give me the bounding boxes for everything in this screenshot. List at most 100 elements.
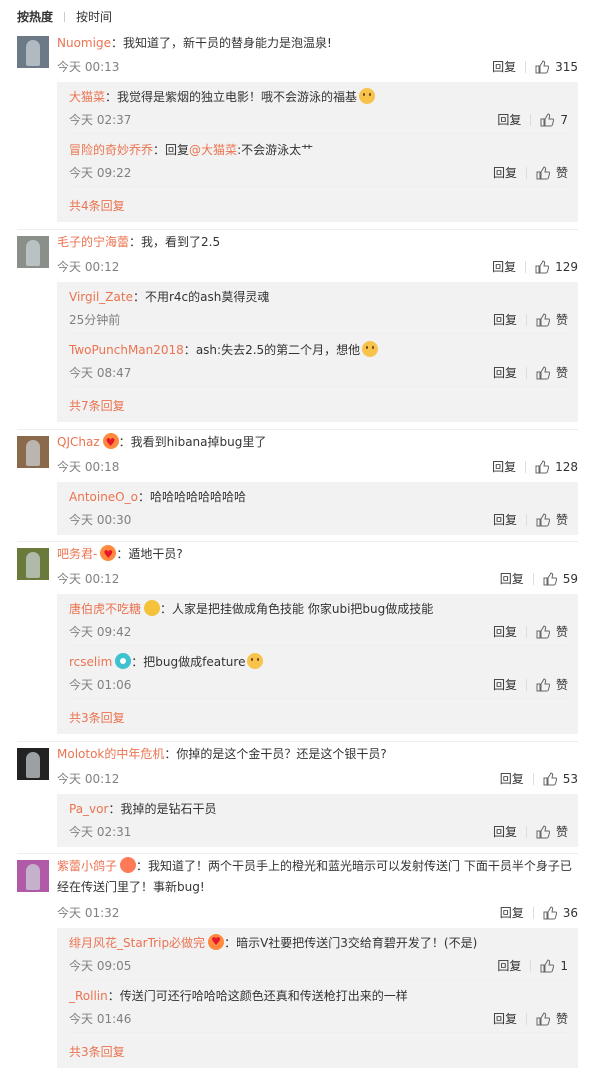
thumb-up-icon [535, 259, 550, 273]
comment-username[interactable]: 紫蕾小鸽子 [57, 859, 117, 873]
reply-button[interactable]: 回复 [492, 58, 516, 75]
reply-time: 今天 09:42 [69, 625, 132, 639]
reply-button[interactable]: 回复 [493, 164, 517, 181]
like-button[interactable]: 1 [540, 959, 568, 973]
member-badge-icon [115, 653, 132, 669]
like-button[interactable]: 315 [535, 60, 578, 74]
reply-button[interactable]: 回复 [497, 957, 521, 974]
reply-time: 今天 09:05 [69, 959, 132, 973]
reply-button[interactable]: 回复 [500, 770, 524, 787]
reply-text: rcselim ：把bug做成feature [69, 653, 568, 671]
avatar[interactable] [17, 548, 49, 580]
reply-text: _Rollin：传送门可还行哈哈哈这颜色还真和传送枪打出来的一样 [69, 989, 408, 1003]
reply-button[interactable]: 回复 [497, 111, 521, 128]
divider [17, 429, 578, 430]
reply-text: Virgil_Zate：不用r4c的ash莫得灵魂 [69, 290, 270, 304]
reply-username[interactable]: Virgil_Zate [69, 290, 133, 304]
reply-button[interactable]: 回复 [492, 458, 516, 475]
reply-button[interactable]: 回复 [500, 570, 524, 587]
reply-text: 绯月风花_StarTrip必做完：暗示V社要把传送门3交给育碧开发了！(不是) [69, 933, 568, 952]
reply-username[interactable]: 绯月风花_StarTrip必做完 [69, 936, 205, 950]
like-count: 129 [555, 259, 578, 274]
like-button[interactable]: 53 [543, 772, 578, 786]
like-button[interactable]: 赞 [536, 311, 568, 328]
thumb-up-icon [536, 824, 550, 838]
comment-time: 今天 00:13 [57, 60, 120, 74]
thumb-up-icon [543, 771, 557, 785]
reply-button[interactable]: 回复 [493, 311, 517, 328]
reply-username[interactable]: rcselim [69, 655, 112, 669]
reply-text: TwoPunchMan2018：ash:失去2.5的第二个月，想他 [69, 341, 568, 359]
like-button[interactable]: 赞 [536, 1010, 568, 1027]
like-button[interactable]: 赞 [536, 164, 568, 181]
avatar[interactable] [17, 36, 49, 68]
reply-time: 今天 01:46 [69, 1012, 132, 1026]
comment-username[interactable]: 吧务君- [57, 547, 97, 561]
reply-username[interactable]: 冒险的奇妙乔乔 [69, 143, 153, 157]
member-badge-icon [144, 600, 161, 616]
like-button[interactable]: 赞 [536, 823, 568, 840]
reply-text: 大猫菜：我觉得是紫烟的独立电影！哦不会游泳的福基 [69, 88, 568, 106]
sort-by-time-tab[interactable]: 按时间 [76, 8, 112, 25]
reply-username[interactable]: TwoPunchMan2018 [69, 343, 184, 357]
reply-button[interactable]: 回复 [492, 258, 516, 275]
avatar[interactable] [17, 748, 49, 780]
reply-button[interactable]: 回复 [493, 364, 517, 381]
like-button[interactable]: 赞 [536, 676, 568, 693]
view-more-replies-link[interactable]: 共3条回复 [69, 709, 125, 726]
view-more-replies-link[interactable]: 共7条回复 [69, 397, 125, 414]
reply-actions: 回复 赞 [493, 676, 568, 693]
view-more-replies-link[interactable]: 共4条回复 [69, 197, 125, 214]
comment-username[interactable]: Nuomige [57, 36, 111, 50]
comment-text: Nuomige：我知道了，新干员的替身能力是泡温泉! [57, 36, 332, 50]
reply-username[interactable]: _Rollin [69, 989, 108, 1003]
reply-actions: 回复 赞 [493, 364, 568, 381]
comment-username[interactable]: 毛子的宁海蕾 [57, 235, 129, 249]
like-button[interactable]: 7 [540, 113, 568, 127]
like-button[interactable]: 赞 [536, 623, 568, 640]
like-count: 128 [555, 459, 578, 474]
reply-button[interactable]: 回复 [493, 1010, 517, 1027]
reply-button[interactable]: 回复 [500, 904, 524, 921]
like-button[interactable]: 59 [543, 572, 578, 586]
reply-list: 大猫菜：我觉得是紫烟的独立电影！哦不会游泳的福基 今天 02:37 回复 7 冒险… [57, 82, 578, 222]
reply-button[interactable]: 回复 [493, 823, 517, 840]
sob-emoji-icon [359, 88, 376, 104]
comment-actions: 回复 128 [492, 458, 578, 475]
reply-text: 唐伯虎不吃糖 ：人家是把挂做成角色技能 你家ubi把bug做成技能 [69, 600, 434, 616]
reply-button[interactable]: 回复 [493, 676, 517, 693]
like-button[interactable]: 129 [535, 260, 578, 274]
comment-username[interactable]: Molotok的中年危机 [57, 747, 164, 761]
mention-link[interactable]: @大猫菜 [189, 143, 237, 157]
reply-username[interactable]: 唐伯虎不吃糖 [69, 602, 141, 616]
divider [17, 229, 578, 230]
thumb-up-icon [540, 112, 555, 126]
comment-username[interactable]: QJChaz [57, 435, 100, 449]
reply-username[interactable]: AntoineO_o [69, 490, 138, 504]
reply-list: Pa_vor：我掉的是钻石干员 今天 02:31 回复 赞 [57, 794, 578, 847]
comment-time: 今天 00:12 [57, 772, 120, 786]
reply-actions: 回复 7 [497, 111, 568, 128]
view-more-replies-link[interactable]: 共3条回复 [69, 1043, 125, 1060]
sort-bar: 按热度 按时间 [0, 0, 595, 33]
avatar[interactable] [17, 436, 49, 468]
reply-actions: 回复 赞 [493, 823, 568, 840]
avatar[interactable] [17, 860, 49, 892]
like-button[interactable]: 36 [543, 906, 578, 920]
reply-username[interactable]: 大猫菜 [69, 90, 105, 104]
reply-button[interactable]: 回复 [493, 623, 517, 640]
like-button[interactable]: 128 [535, 460, 578, 474]
avatar[interactable] [17, 236, 49, 268]
comment-actions: 回复 59 [500, 570, 578, 587]
reply-list: Virgil_Zate：不用r4c的ash莫得灵魂 25分钟前 回复赞 TwoP… [57, 282, 578, 422]
reply-text: 冒险的奇妙乔乔：回复@大猫菜:不会游泳太艹 [69, 143, 314, 157]
reply-username[interactable]: Pa_vor [69, 802, 108, 816]
sort-divider [64, 11, 66, 22]
fan-badge-icon [100, 544, 117, 565]
like-button[interactable]: 赞 [536, 511, 568, 528]
sort-by-hot-tab[interactable]: 按热度 [17, 8, 53, 25]
shock-emoji-icon [247, 653, 264, 669]
reply-button[interactable]: 回复 [493, 511, 517, 528]
like-button[interactable]: 赞 [536, 364, 568, 381]
thumb-up-icon [540, 958, 555, 972]
